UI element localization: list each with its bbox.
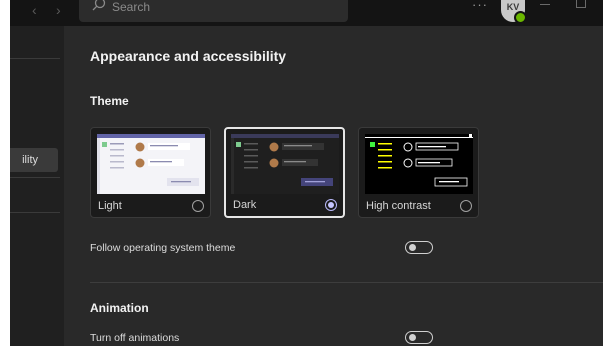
theme-label-light: Light [98,200,122,212]
radio-dark[interactable] [325,199,337,211]
sidebar-divider [10,177,60,178]
teams-window: ‹ › Search ··· KV ility Appearance and a… [10,0,603,346]
light-theme-preview [97,134,205,194]
minimize-icon[interactable] [540,4,550,5]
forward-arrow-icon[interactable]: › [56,2,61,18]
settings-content: Appearance and accessibility Theme Light… [64,26,603,346]
theme-card-high-contrast[interactable]: High contrast [358,127,479,218]
maximize-icon[interactable] [576,0,586,8]
more-options-icon[interactable]: ··· [472,0,488,12]
theme-label-dark: Dark [233,199,257,211]
radio-light[interactable] [192,200,204,212]
high-contrast-theme-preview [365,134,473,194]
status-available-icon [514,11,527,24]
back-arrow-icon[interactable]: ‹ [32,2,37,18]
dark-theme-preview [231,134,339,194]
page-title: Appearance and accessibility [90,48,287,64]
section-divider [90,282,603,283]
turn-off-animations-toggle[interactable] [405,331,433,344]
settings-sidebar: ility [10,26,64,346]
follow-os-theme-label: Follow operating system theme [90,242,236,254]
title-bar: ‹ › Search ··· KV [10,0,603,26]
sidebar-item-label: ility [22,154,38,166]
sidebar-divider [10,58,60,59]
radio-high-contrast[interactable] [460,200,472,212]
toggle-knob [409,244,416,251]
search-icon [92,0,106,11]
toggle-knob [409,334,416,341]
search-placeholder: Search [112,0,151,14]
sidebar-divider [10,212,60,213]
theme-heading: Theme [90,94,129,108]
turn-off-animations-label: Turn off animations [90,332,180,344]
sidebar-item-accessibility[interactable]: ility [10,148,58,172]
follow-os-theme-toggle[interactable] [405,241,433,254]
animation-heading: Animation [90,301,149,315]
avatar[interactable]: KV [501,0,527,24]
theme-card-light[interactable]: Light [90,127,211,218]
theme-label-high-contrast: High contrast [366,200,431,212]
theme-card-dark[interactable]: Dark [224,127,345,218]
search-input[interactable]: Search [79,0,348,22]
